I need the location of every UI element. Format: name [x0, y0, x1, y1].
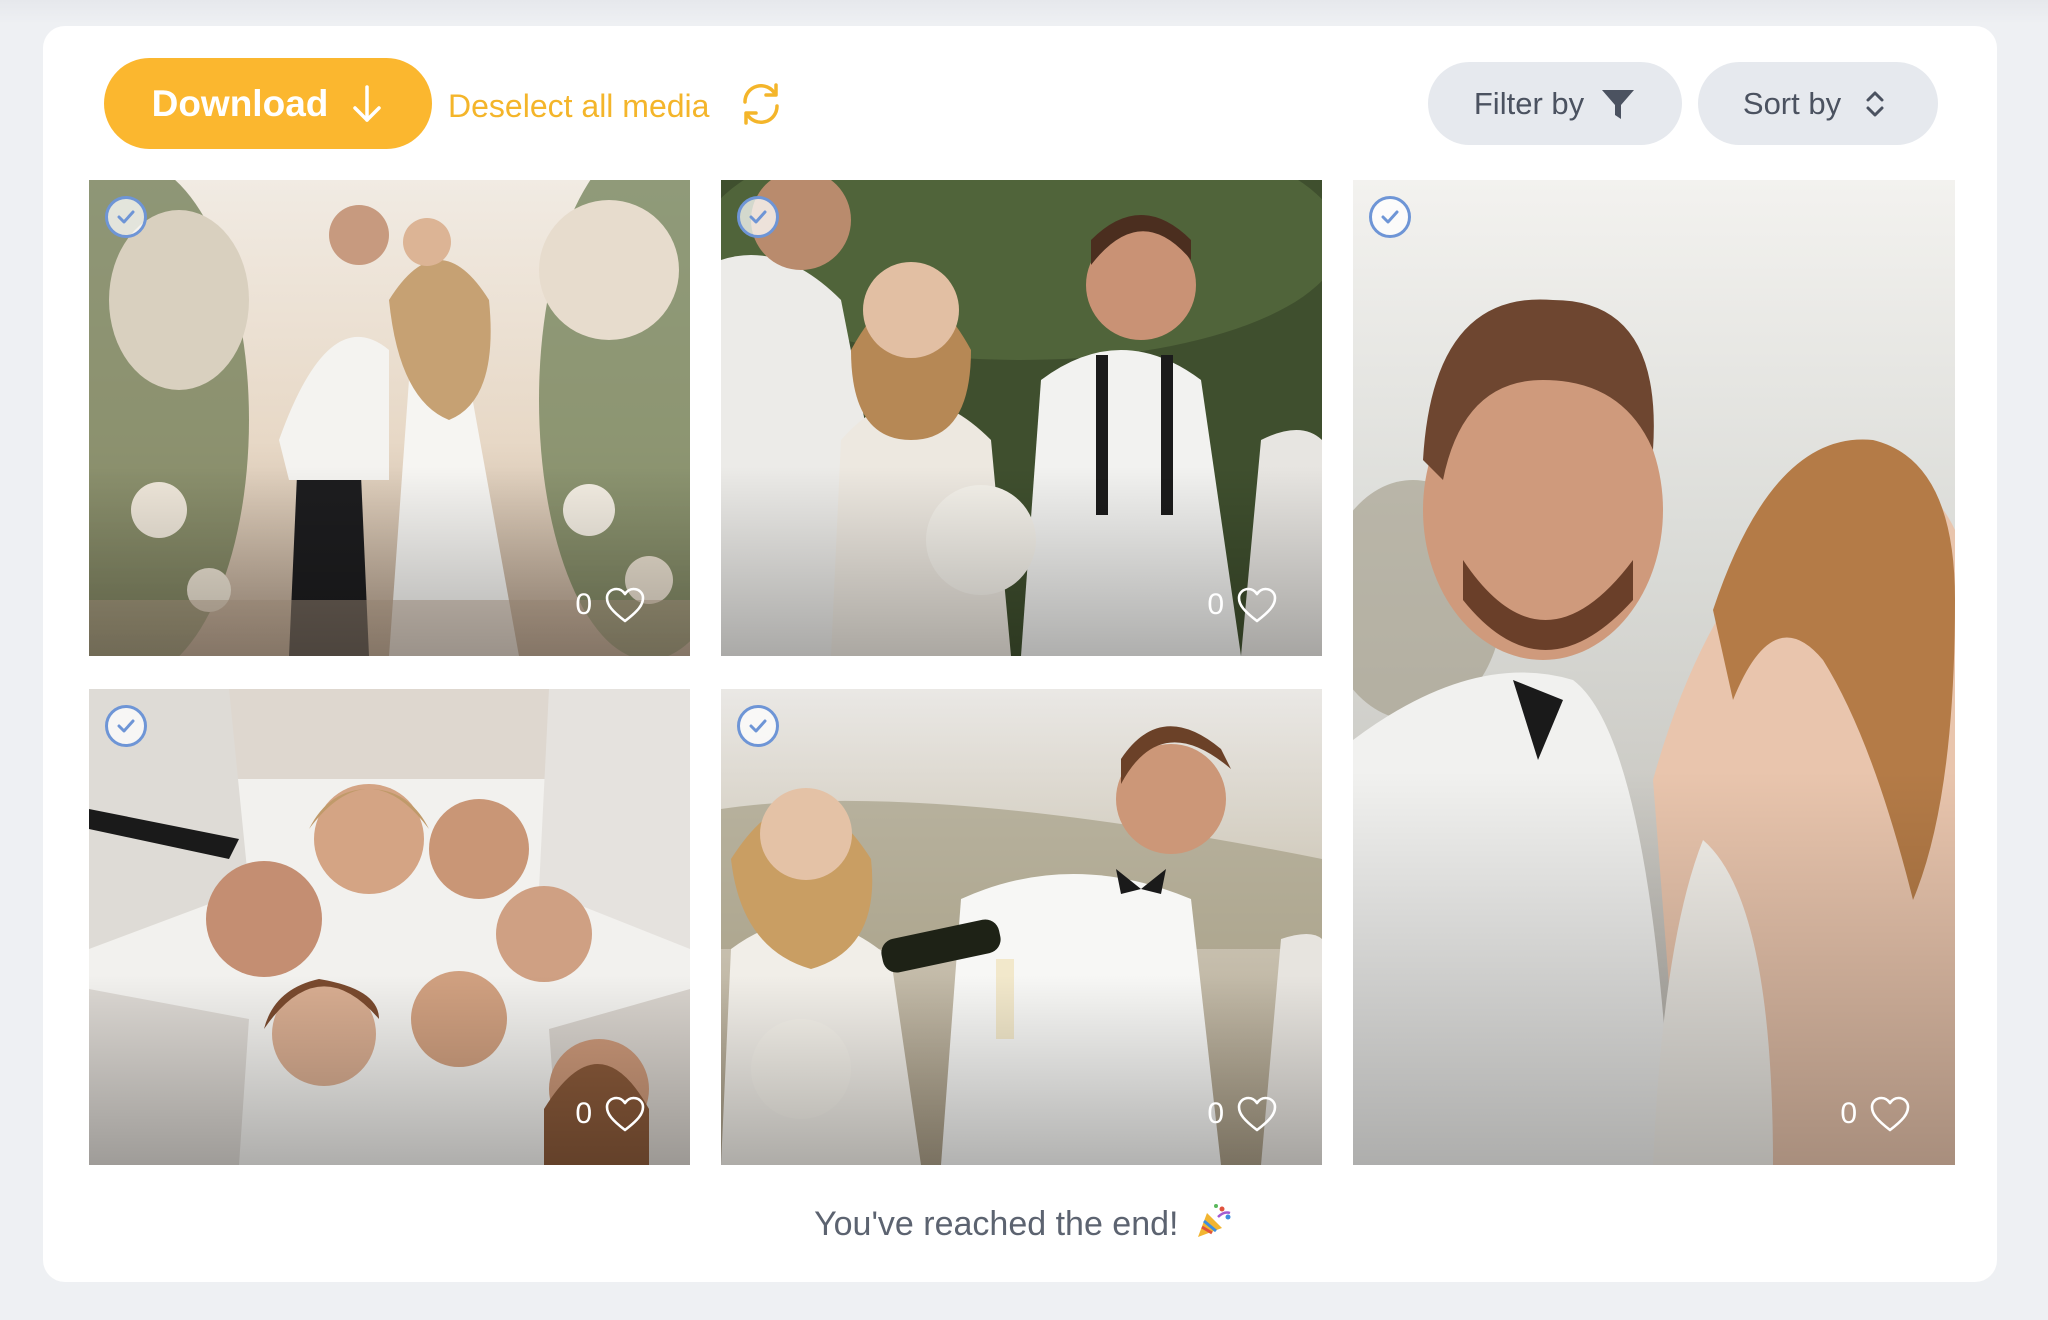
check-circle-icon — [114, 714, 138, 738]
like-count: 0 — [1207, 1097, 1224, 1130]
sort-button[interactable]: Sort by — [1698, 62, 1938, 145]
photo-shade — [89, 465, 690, 656]
heart-icon — [1869, 1095, 1911, 1133]
check-circle-icon — [1378, 205, 1402, 229]
select-checkbox[interactable] — [105, 705, 147, 747]
like-control[interactable]: 0 — [575, 1095, 646, 1133]
like-control[interactable]: 0 — [1207, 586, 1278, 624]
select-checkbox[interactable] — [737, 705, 779, 747]
download-button[interactable]: Download — [104, 58, 432, 149]
heart-icon — [604, 1095, 646, 1133]
photo-shade — [721, 974, 1322, 1165]
funnel-icon — [1602, 89, 1635, 119]
check-circle-icon — [746, 714, 770, 738]
end-message-text: You've reached the end! — [814, 1205, 1179, 1243]
like-count: 0 — [575, 1097, 592, 1130]
heart-icon — [604, 586, 646, 624]
top-strip — [0, 0, 2048, 24]
media-tile[interactable]: 0 — [1353, 180, 1955, 1165]
filter-button[interactable]: Filter by — [1428, 62, 1682, 145]
select-checkbox[interactable] — [737, 196, 779, 238]
media-tile[interactable]: 0 — [721, 689, 1322, 1165]
select-checkbox[interactable] — [1369, 196, 1411, 238]
sort-chevrons-icon — [1866, 91, 1884, 116]
heart-icon — [1236, 586, 1278, 624]
arrow-down-icon — [353, 84, 382, 122]
media-tile[interactable]: 0 — [89, 689, 690, 1165]
like-count: 0 — [1207, 588, 1224, 621]
like-control[interactable]: 0 — [575, 586, 646, 624]
like-count: 0 — [575, 588, 592, 621]
download-label: Download — [151, 82, 329, 124]
photo-shade — [89, 974, 690, 1165]
media-tile[interactable]: 0 — [89, 180, 690, 656]
select-checkbox[interactable] — [105, 196, 147, 238]
party-popper-icon — [1197, 1204, 1231, 1237]
sort-label: Sort by — [1742, 85, 1842, 121]
end-of-list-message: You've reached the end! — [0, 1196, 2048, 1252]
like-count: 0 — [1840, 1097, 1857, 1130]
refresh-icon[interactable] — [737, 80, 785, 128]
check-circle-icon — [746, 205, 770, 229]
media-tile[interactable]: 0 — [721, 180, 1322, 656]
like-control[interactable]: 0 — [1840, 1095, 1911, 1133]
deselect-all-link[interactable]: Deselect all media — [448, 84, 709, 128]
photo-shade — [721, 465, 1322, 656]
check-circle-icon — [114, 205, 138, 229]
heart-icon — [1236, 1095, 1278, 1133]
filter-label: Filter by — [1473, 85, 1585, 121]
like-control[interactable]: 0 — [1207, 1095, 1278, 1133]
